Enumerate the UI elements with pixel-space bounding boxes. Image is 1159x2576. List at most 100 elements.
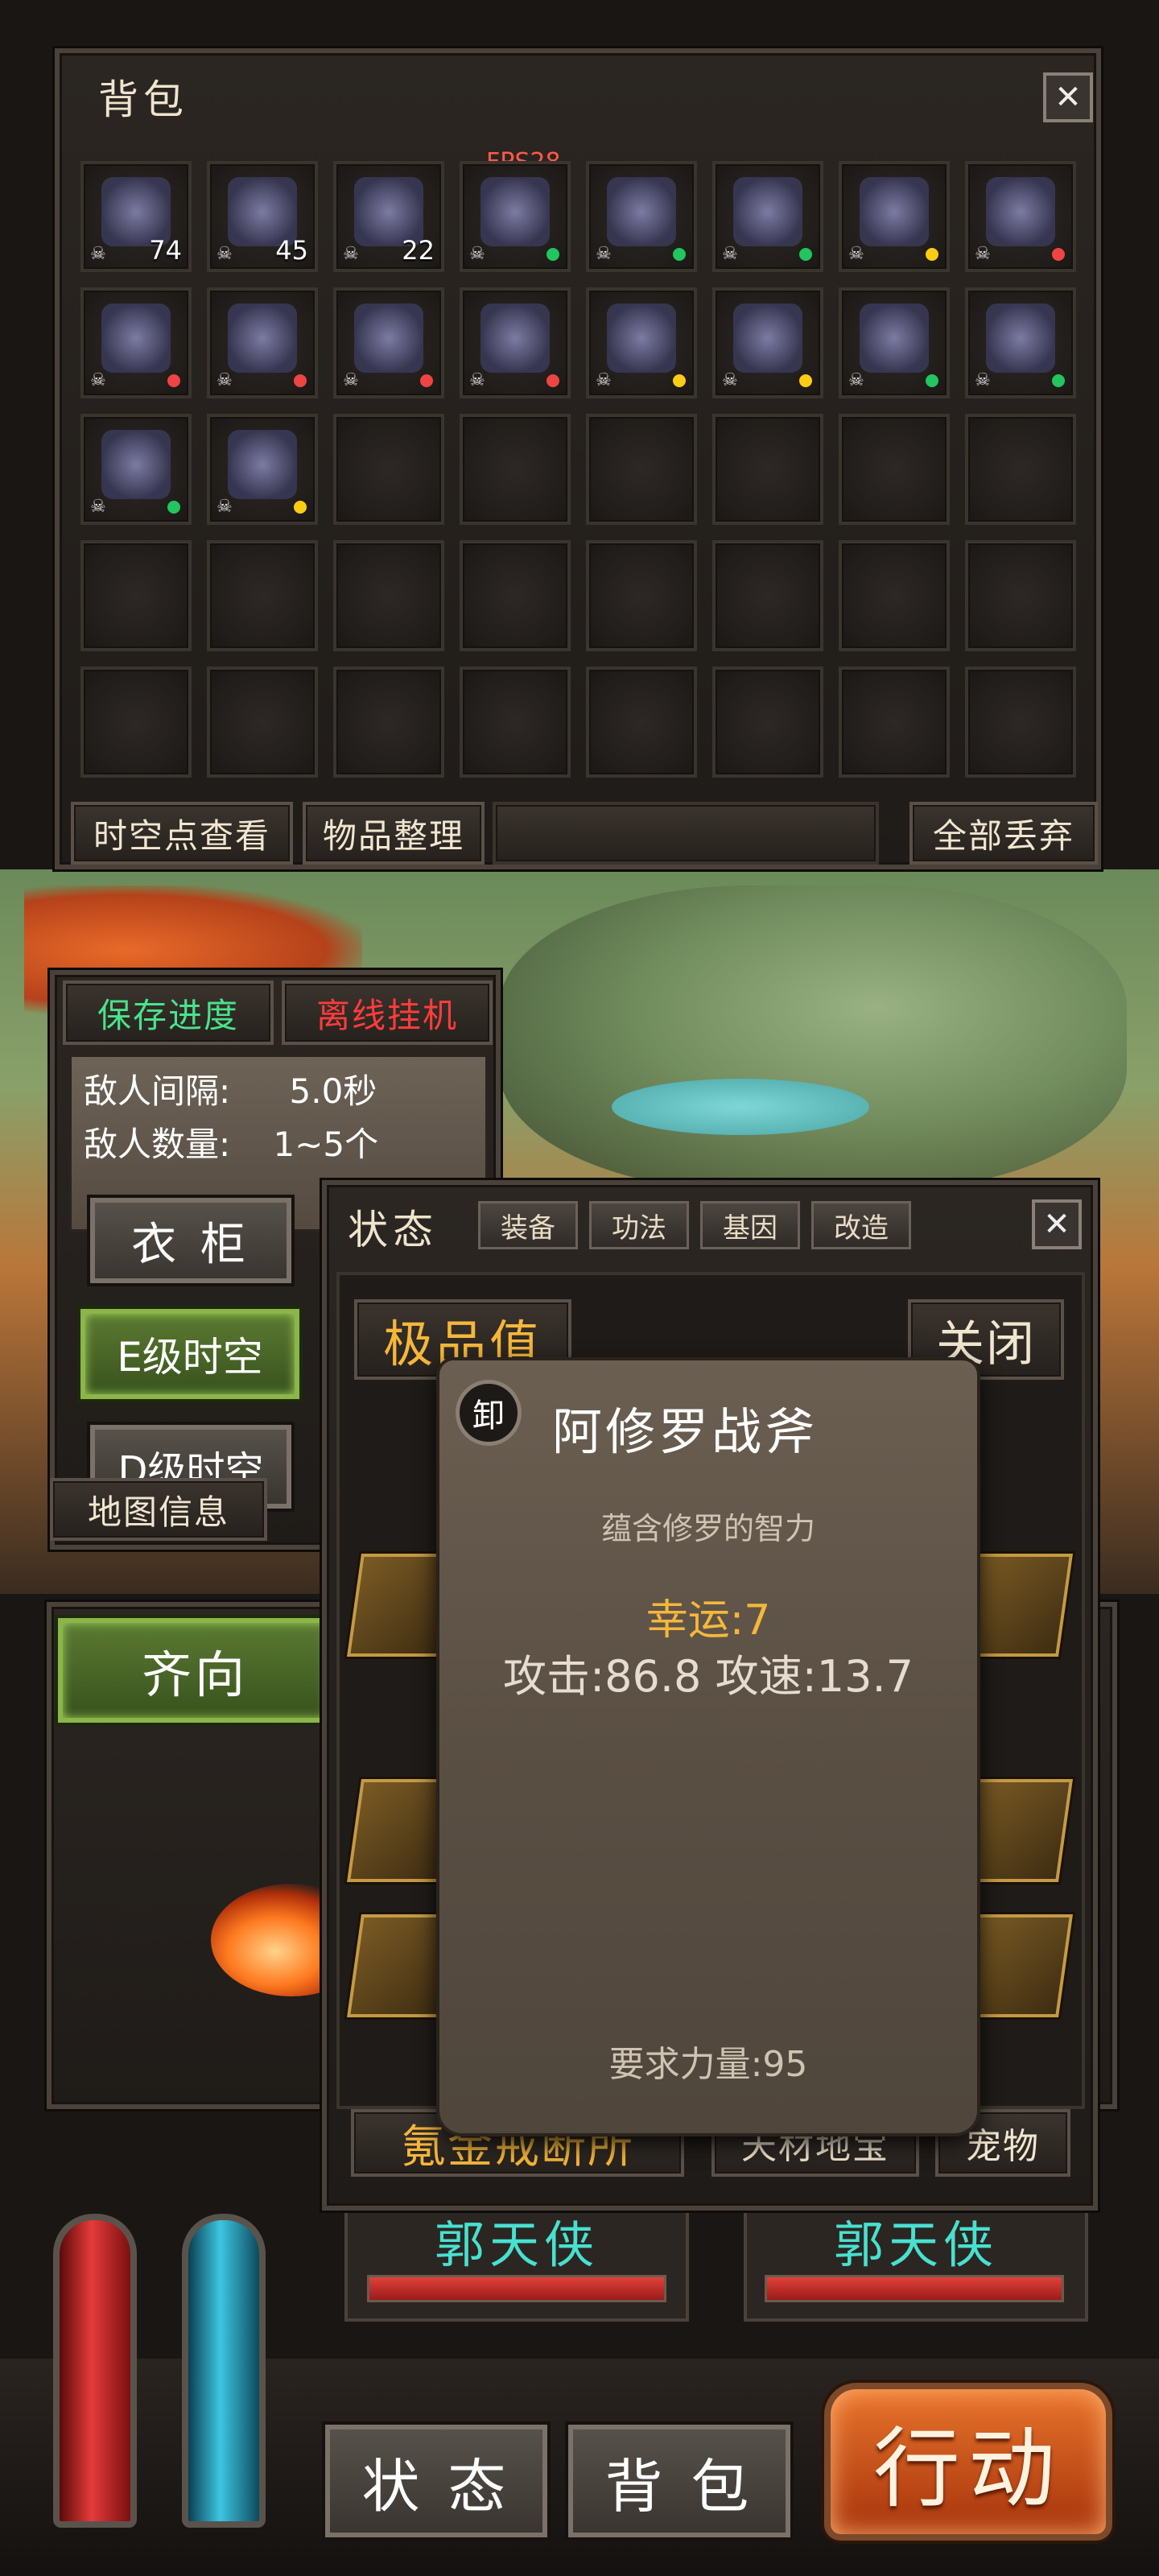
status-title: 状态 bbox=[348, 1207, 438, 1253]
inventory-slot[interactable] bbox=[965, 667, 1076, 778]
inventory-title: 背包 bbox=[98, 76, 188, 123]
inventory-slot[interactable]: ☠ bbox=[839, 161, 950, 272]
inventory-slot[interactable] bbox=[586, 414, 697, 525]
inventory-slot[interactable] bbox=[965, 540, 1076, 651]
inventory-slot[interactable]: ☠ bbox=[839, 287, 950, 398]
bind-skull-icon: ☠ bbox=[217, 497, 233, 517]
inventory-slot[interactable] bbox=[586, 540, 697, 651]
inventory-slot[interactable]: ☠ bbox=[333, 287, 444, 398]
inventory-slot[interactable] bbox=[839, 540, 950, 651]
action-button[interactable]: 行动 bbox=[824, 2383, 1112, 2541]
status-tab-button[interactable]: 状 态 bbox=[325, 2425, 547, 2537]
inventory-slot[interactable]: ☠ 22 bbox=[333, 161, 444, 272]
discard-all-button[interactable]: 全部丢弃 bbox=[909, 802, 1098, 865]
inventory-slot[interactable]: ☠ bbox=[586, 287, 697, 398]
bind-skull-icon: ☠ bbox=[596, 370, 612, 390]
bind-skull-icon: ☠ bbox=[596, 244, 612, 264]
inventory-slot[interactable] bbox=[712, 667, 823, 778]
equip-slot-dragon-ring[interactable] bbox=[963, 1914, 1073, 2017]
check-points-button[interactable]: 时空点查看 bbox=[71, 802, 293, 865]
inventory-slot[interactable] bbox=[207, 667, 318, 778]
blue-crystal-icon bbox=[607, 177, 676, 246]
inventory-close-button[interactable]: ✕ bbox=[1043, 72, 1093, 122]
equip-slot-blade-right[interactable] bbox=[963, 1779, 1073, 1882]
inventory-slot[interactable] bbox=[712, 540, 823, 651]
enemy-hp-bar-left bbox=[367, 2275, 666, 2302]
inventory-slot[interactable]: ☠ 45 bbox=[207, 161, 318, 272]
inventory-slot[interactable]: ☠ bbox=[712, 161, 823, 272]
blue-orb-icon bbox=[481, 177, 550, 246]
inventory-slot[interactable] bbox=[333, 667, 444, 778]
curved-blade-icon bbox=[986, 177, 1055, 246]
spear-icon bbox=[607, 303, 676, 373]
inventory-slot[interactable] bbox=[80, 667, 192, 778]
inventory-slot[interactable] bbox=[712, 414, 823, 525]
inventory-panel: 背包 ✕ FPS28 ☠74☠45☠22☠☠☠☠☠☠☠☠☠☠☠☠☠☠☠ 时空点查… bbox=[55, 48, 1101, 869]
quality-dot bbox=[1052, 374, 1065, 387]
broadsword-icon bbox=[354, 303, 423, 373]
inventory-slot[interactable]: ☠ bbox=[586, 161, 697, 272]
bind-skull-icon: ☠ bbox=[975, 244, 991, 264]
status-tab[interactable]: 功法 bbox=[589, 1201, 689, 1249]
enemy-name-right: 郭天侠 bbox=[833, 2215, 998, 2274]
quality-dot bbox=[673, 248, 686, 261]
inventory-slot[interactable] bbox=[586, 667, 697, 778]
inventory-slot[interactable] bbox=[207, 540, 318, 651]
bind-skull-icon: ☠ bbox=[90, 497, 106, 517]
stat-value: 1~5个 bbox=[273, 1125, 379, 1164]
status-close-button[interactable]: ✕ bbox=[1032, 1199, 1082, 1249]
enemy-hp-bar-right bbox=[765, 2275, 1064, 2302]
inventory-slot[interactable] bbox=[460, 414, 571, 525]
status-tab[interactable]: 基因 bbox=[700, 1201, 800, 1249]
spear-icon-2 bbox=[733, 303, 802, 373]
status-tab[interactable]: 装备 bbox=[478, 1201, 578, 1249]
inventory-slot[interactable] bbox=[839, 667, 950, 778]
inventory-slot[interactable]: ☠ bbox=[460, 287, 571, 398]
equip-slot-ring[interactable] bbox=[963, 1554, 1073, 1657]
quality-dot bbox=[1052, 248, 1065, 261]
gold-amulet-icon bbox=[860, 177, 929, 246]
map-info-button[interactable]: 地图信息 bbox=[50, 1478, 267, 1541]
dragon-blade-icon bbox=[228, 303, 297, 373]
save-progress-button[interactable]: 保存进度 bbox=[63, 980, 274, 1045]
unequip-badge[interactable]: 卸 bbox=[456, 1380, 522, 1446]
inventory-slot[interactable]: ☠ bbox=[460, 161, 571, 272]
item-description: 蕴含修罗的智力 bbox=[600, 1511, 815, 1546]
inventory-slot[interactable] bbox=[839, 414, 950, 525]
inventory-slot[interactable]: ☠ 74 bbox=[80, 161, 192, 272]
inventory-slot[interactable]: ☠ bbox=[80, 414, 192, 525]
wardrobe-button[interactable]: 衣 柜 bbox=[90, 1198, 291, 1283]
bind-skull-icon: ☠ bbox=[217, 244, 233, 264]
qixiang-button[interactable]: 齐向 bbox=[58, 1618, 332, 1723]
inventory-slot[interactable]: ☠ bbox=[965, 287, 1076, 398]
long-spear-icon bbox=[986, 303, 1055, 373]
offline-idle-button[interactable]: 离线挂机 bbox=[282, 980, 493, 1045]
status-tab[interactable]: 改造 bbox=[811, 1201, 911, 1249]
inventory-slot[interactable] bbox=[80, 540, 192, 651]
inventory-slot[interactable] bbox=[965, 414, 1076, 525]
inventory-slot[interactable] bbox=[333, 540, 444, 651]
item-luck: 幸运:7 bbox=[645, 1596, 771, 1645]
bind-skull-icon: ☠ bbox=[848, 244, 864, 264]
sort-items-button[interactable]: 物品整理 bbox=[303, 802, 485, 865]
stat-label: 敌人数量: bbox=[84, 1125, 231, 1164]
stat-value: 5.0秒 bbox=[289, 1071, 377, 1111]
inventory-slot[interactable] bbox=[460, 540, 571, 651]
quality-dot bbox=[799, 374, 812, 387]
red-belt-icon bbox=[101, 430, 171, 499]
inventory-slot[interactable]: ☠ bbox=[965, 161, 1076, 272]
inventory-slot[interactable]: ☠ bbox=[712, 287, 823, 398]
blank-bar bbox=[493, 802, 879, 865]
inventory-slot[interactable] bbox=[460, 667, 571, 778]
background-water bbox=[612, 1079, 869, 1135]
bind-skull-icon: ☠ bbox=[848, 370, 864, 390]
inventory-slot[interactable] bbox=[333, 414, 444, 525]
inventory-slot[interactable]: ☠ bbox=[80, 287, 192, 398]
quality-dot bbox=[294, 374, 307, 387]
armor-icon bbox=[733, 177, 802, 246]
e-level-space-button[interactable]: E级时空 bbox=[80, 1309, 299, 1399]
inventory-slot[interactable]: ☠ bbox=[207, 287, 318, 398]
bind-skull-icon: ☠ bbox=[975, 370, 991, 390]
bag-tab-button[interactable]: 背 包 bbox=[568, 2425, 790, 2537]
inventory-slot[interactable]: ☠ bbox=[207, 414, 318, 525]
